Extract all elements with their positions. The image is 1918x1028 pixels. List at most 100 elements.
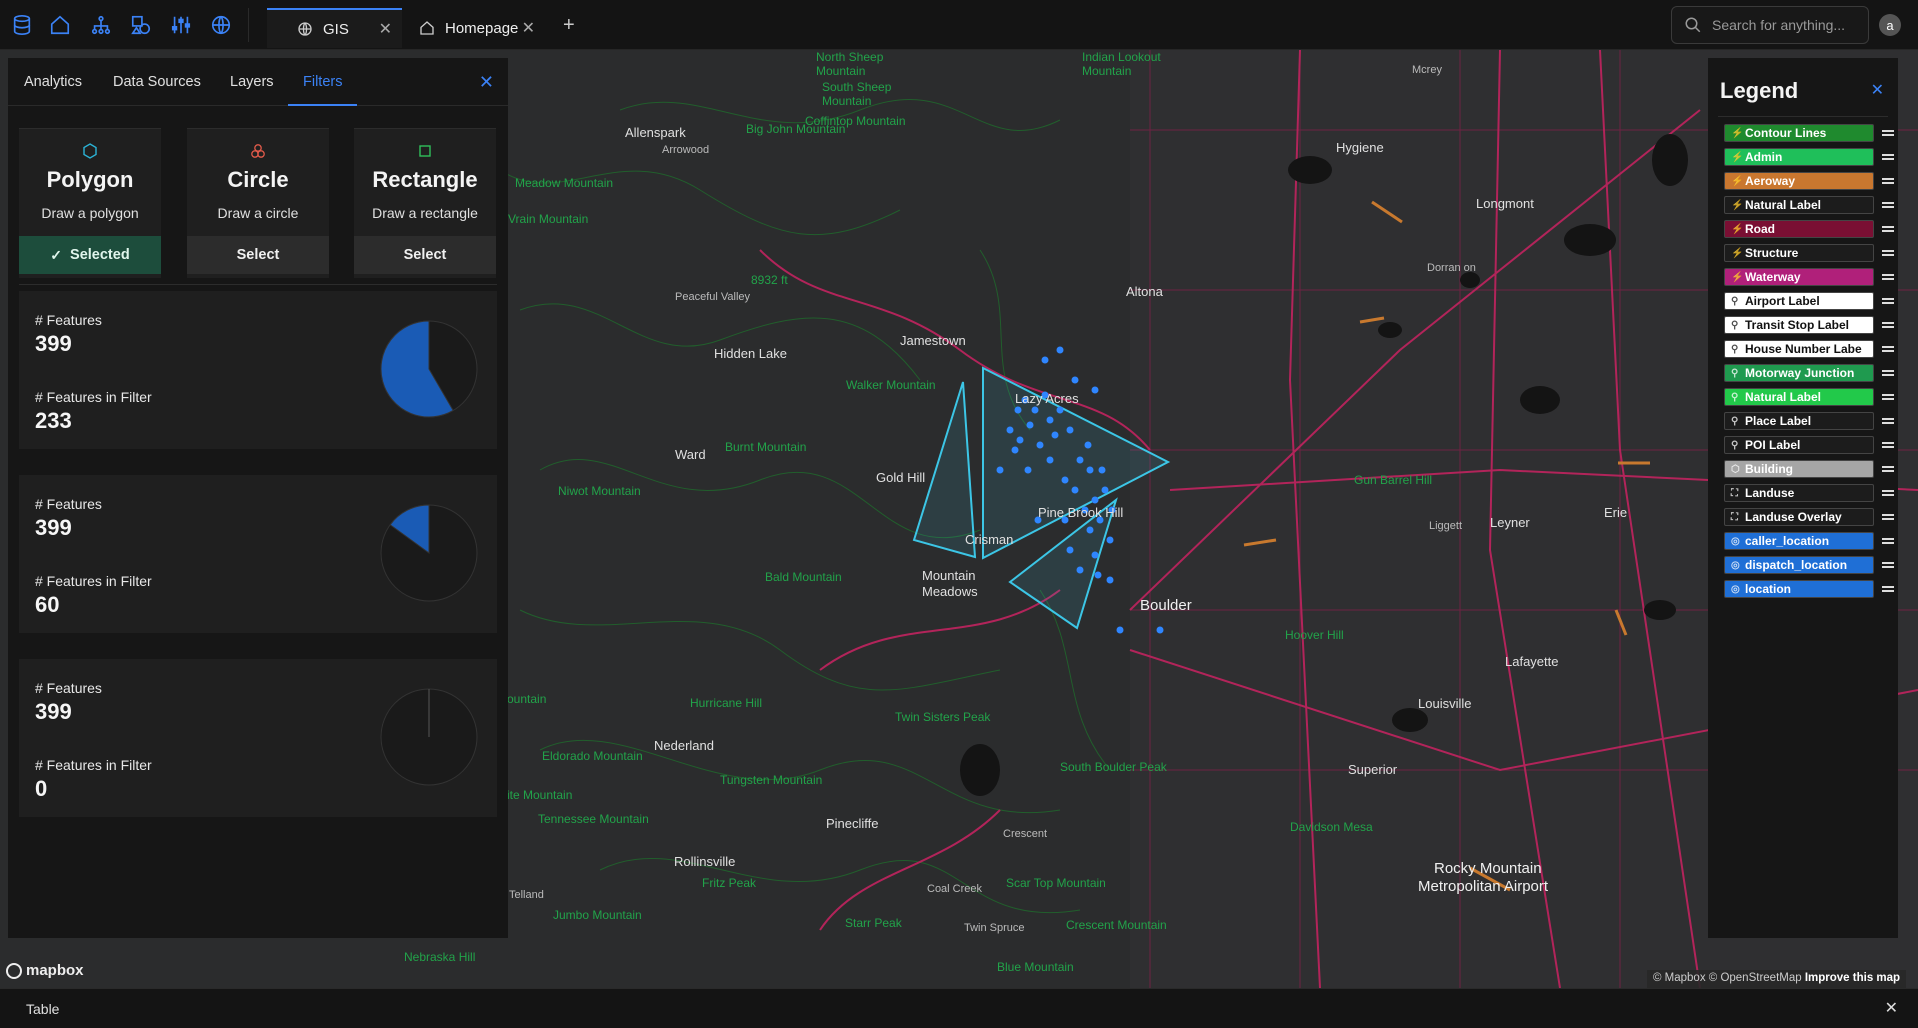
legend-item[interactable]: ⛶ Landuse Overlay bbox=[1724, 508, 1874, 526]
database-icon[interactable] bbox=[10, 13, 34, 37]
map-attribution: © Mapbox © OpenStreetMap Improve this ma… bbox=[1647, 970, 1907, 988]
features-count: 399 bbox=[35, 331, 72, 356]
tab-gis[interactable]: GIS ✕ bbox=[267, 8, 402, 48]
legend-item[interactable]: ⚡ Admin bbox=[1724, 148, 1874, 166]
map-label: Mountain bbox=[1082, 64, 1132, 78]
drag-handle-icon[interactable] bbox=[1882, 514, 1894, 520]
search-input[interactable] bbox=[1712, 17, 1862, 33]
tab-analytics[interactable]: Analytics bbox=[24, 74, 82, 90]
drag-handle-icon[interactable] bbox=[1882, 274, 1894, 280]
drag-handle-icon[interactable] bbox=[1882, 130, 1894, 136]
layer-type-icon: ⚡ bbox=[1731, 223, 1744, 235]
close-icon[interactable]: ✕ bbox=[1885, 998, 1898, 1018]
tab-filters[interactable]: Filters bbox=[303, 74, 342, 90]
legend-item[interactable]: ◎ location bbox=[1724, 580, 1874, 598]
close-icon[interactable]: ✕ bbox=[522, 18, 535, 38]
legend-item[interactable]: ⚲ House Number Labe bbox=[1724, 340, 1874, 358]
layer-type-icon: ◎ bbox=[1731, 535, 1740, 547]
legend-item[interactable]: ⚲ Airport Label bbox=[1724, 292, 1874, 310]
map-label: Rocky Mountain bbox=[1434, 860, 1542, 877]
drag-handle-icon[interactable] bbox=[1882, 490, 1894, 496]
drag-handle-icon[interactable] bbox=[1882, 298, 1894, 304]
tab-data-sources[interactable]: Data Sources bbox=[113, 74, 201, 90]
home-icon[interactable] bbox=[48, 13, 72, 37]
legend-item[interactable]: ⬡ Building bbox=[1724, 460, 1874, 478]
circle-tool-card: Circle Draw a circle Select bbox=[187, 128, 329, 278]
legend-item-label: Landuse bbox=[1745, 486, 1795, 500]
legend-item[interactable]: ⚡ Structure bbox=[1724, 244, 1874, 262]
legend-item[interactable]: ◎ caller_location bbox=[1724, 532, 1874, 550]
legend-item[interactable]: ⚲ Place Label bbox=[1724, 412, 1874, 430]
legend-item-label: Aeroway bbox=[1745, 174, 1796, 188]
drag-handle-icon[interactable] bbox=[1882, 202, 1894, 208]
table-drawer[interactable]: Table ✕ bbox=[0, 988, 1918, 1028]
improve-map-link[interactable]: Improve this map bbox=[1805, 972, 1900, 984]
map-label: ite Mountain bbox=[507, 788, 573, 802]
close-icon[interactable]: ✕ bbox=[379, 19, 392, 39]
search-box[interactable] bbox=[1671, 6, 1869, 44]
map-label: Davidson Mesa bbox=[1290, 820, 1373, 834]
button-label: Selected bbox=[70, 247, 130, 263]
map-label: South Boulder Peak bbox=[1060, 760, 1167, 774]
map-label: Leyner bbox=[1490, 515, 1530, 530]
drag-handle-icon[interactable] bbox=[1882, 178, 1894, 184]
features-count: 399 bbox=[35, 515, 72, 540]
tab-homepage[interactable]: Homepage ✕ bbox=[405, 8, 545, 48]
drag-handle-icon[interactable] bbox=[1882, 154, 1894, 160]
legend-item[interactable]: ⚲ Transit Stop Label bbox=[1724, 316, 1874, 334]
drag-handle-icon[interactable] bbox=[1882, 418, 1894, 424]
drag-handle-icon[interactable] bbox=[1882, 466, 1894, 472]
map-label: Hygiene bbox=[1336, 140, 1384, 155]
drag-handle-icon[interactable] bbox=[1882, 346, 1894, 352]
layer-type-icon: ⬡ bbox=[1731, 463, 1740, 475]
drawer-title: Table bbox=[26, 1001, 60, 1017]
polygon-selected-button[interactable]: ✓ Selected bbox=[19, 236, 161, 274]
drag-handle-icon[interactable] bbox=[1882, 586, 1894, 592]
circle-select-button[interactable]: Select bbox=[187, 236, 329, 274]
drag-handle-icon[interactable] bbox=[1882, 250, 1894, 256]
nav-separator bbox=[248, 8, 249, 42]
mapbox-logo[interactable]: mapbox bbox=[6, 962, 84, 979]
drag-handle-icon[interactable] bbox=[1882, 394, 1894, 400]
drag-handle-icon[interactable] bbox=[1882, 562, 1894, 568]
drag-handle-icon[interactable] bbox=[1882, 322, 1894, 328]
map-label: Fritz Peak bbox=[702, 876, 757, 890]
legend-item[interactable]: ⚡ Natural Label bbox=[1724, 196, 1874, 214]
legend-title: Legend bbox=[1720, 78, 1799, 103]
drag-handle-icon[interactable] bbox=[1882, 442, 1894, 448]
close-icon[interactable]: ✕ bbox=[479, 72, 494, 93]
add-tab-button[interactable]: + bbox=[563, 15, 575, 35]
attribution-text[interactable]: © Mapbox © OpenStreetMap bbox=[1653, 972, 1802, 984]
drag-handle-icon[interactable] bbox=[1882, 226, 1894, 232]
map-label: 8932 ft bbox=[751, 273, 788, 287]
legend-item[interactable]: ⚡ Contour Lines bbox=[1724, 124, 1874, 142]
map-label: Jamestown bbox=[900, 333, 966, 348]
features-in-filter-label: # Features in Filter bbox=[35, 757, 152, 773]
globe-icon[interactable] bbox=[209, 13, 233, 37]
legend-item[interactable]: ⛶ Landuse bbox=[1724, 484, 1874, 502]
rectangle-select-button[interactable]: Select bbox=[354, 236, 496, 274]
legend-item[interactable]: ⚲ POI Label bbox=[1724, 436, 1874, 454]
layer-type-icon: ⛶ bbox=[1731, 511, 1738, 523]
network-icon[interactable] bbox=[89, 13, 113, 37]
close-icon[interactable]: ✕ bbox=[1871, 80, 1884, 100]
map-label: Crescent Mountain bbox=[1066, 918, 1167, 932]
tab-layers[interactable]: Layers bbox=[230, 74, 274, 90]
legend-item[interactable]: ⚲ Natural Label bbox=[1724, 388, 1874, 406]
legend-divider bbox=[1718, 116, 1888, 117]
legend-item[interactable]: ◎ dispatch_location bbox=[1724, 556, 1874, 574]
avatar[interactable]: a bbox=[1879, 14, 1901, 36]
legend-item[interactable]: ⚡ Aeroway bbox=[1724, 172, 1874, 190]
legend-item[interactable]: ⚡ Road bbox=[1724, 220, 1874, 238]
map-label: Allenspark bbox=[625, 125, 686, 140]
legend-item-label: Airport Label bbox=[1745, 294, 1820, 308]
drag-handle-icon[interactable] bbox=[1882, 538, 1894, 544]
map-label: Hurricane Hill bbox=[690, 696, 763, 710]
drag-handle-icon[interactable] bbox=[1882, 370, 1894, 376]
legend-item[interactable]: ⚡ Waterway bbox=[1724, 268, 1874, 286]
sliders-icon[interactable] bbox=[169, 13, 193, 37]
shapes-icon[interactable] bbox=[129, 13, 153, 37]
layer-type-icon: ⚡ bbox=[1731, 151, 1744, 163]
legend-item[interactable]: ⚲ Motorway Junction bbox=[1724, 364, 1874, 382]
legend-item-label: Road bbox=[1745, 222, 1775, 236]
